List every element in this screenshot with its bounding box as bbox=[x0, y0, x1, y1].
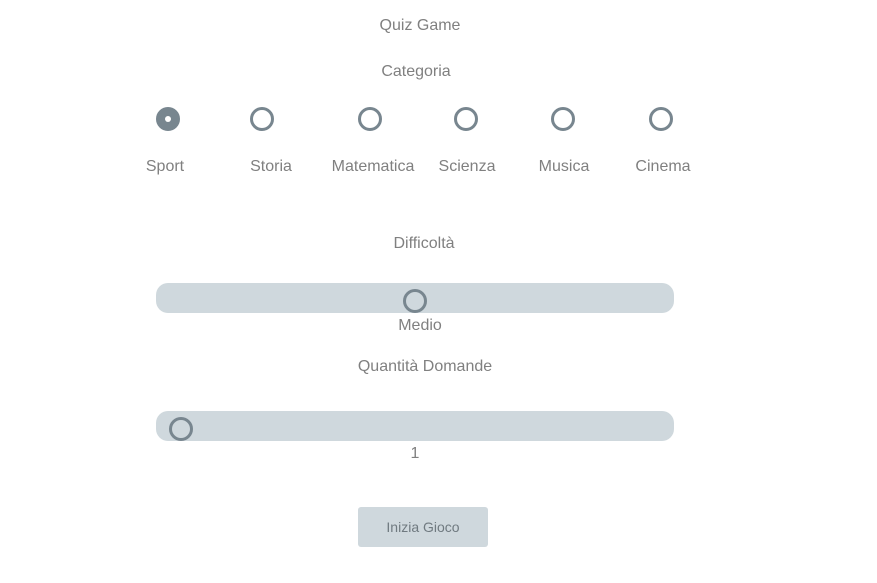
radio-label-matematica[interactable]: Matematica bbox=[332, 158, 415, 176]
difficulty-slider-thumb[interactable] bbox=[403, 289, 427, 313]
question-count-value: 1 bbox=[410, 445, 420, 462]
radio-label-musica[interactable]: Musica bbox=[539, 158, 590, 176]
question-count-slider-track[interactable] bbox=[156, 411, 674, 441]
question-count-slider-thumb[interactable] bbox=[169, 417, 193, 441]
radio-label-sport[interactable]: Sport bbox=[146, 158, 184, 176]
radio-musica[interactable] bbox=[551, 107, 575, 131]
difficulty-heading: Difficoltà bbox=[393, 235, 455, 252]
radio-cinema[interactable] bbox=[649, 107, 673, 131]
radio-sport[interactable] bbox=[156, 107, 180, 131]
radio-storia[interactable] bbox=[250, 107, 274, 131]
radio-scienza[interactable] bbox=[454, 107, 478, 131]
difficulty-value-label: Medio bbox=[398, 317, 442, 334]
radio-label-storia[interactable]: Storia bbox=[250, 158, 292, 176]
page-title: Quiz Game bbox=[379, 17, 461, 34]
radio-label-cinema[interactable]: Cinema bbox=[635, 158, 690, 176]
radio-matematica[interactable] bbox=[358, 107, 382, 131]
radio-label-scienza[interactable]: Scienza bbox=[439, 158, 496, 176]
category-heading: Categoria bbox=[381, 63, 451, 80]
start-game-button[interactable]: Inizia Gioco bbox=[358, 507, 488, 547]
question-count-heading: Quantità Domande bbox=[357, 358, 493, 375]
